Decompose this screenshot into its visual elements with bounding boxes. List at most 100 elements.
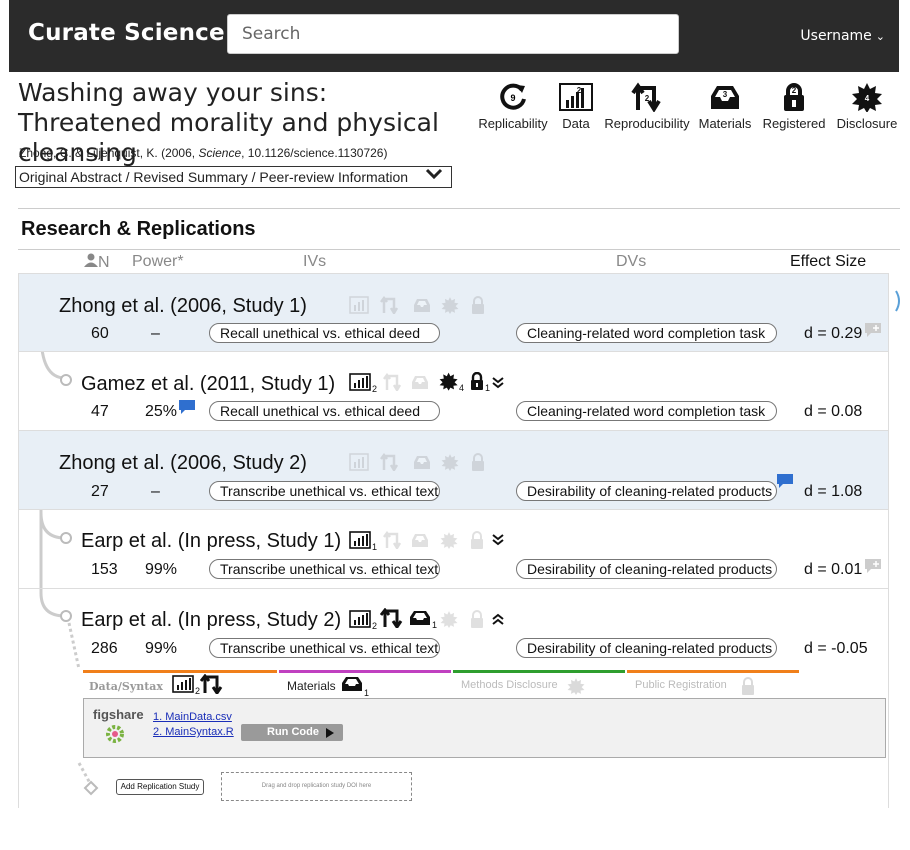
materials-icon[interactable]: 1 <box>409 609 439 634</box>
run-code-label: Run Code <box>267 726 319 738</box>
reproducibility-icon <box>379 452 401 476</box>
study-name[interactable]: Gamez et al. (2011, Study 1) <box>81 373 335 396</box>
reproducibility-icon <box>382 530 404 554</box>
comment-icon[interactable] <box>864 322 882 343</box>
tab-materials[interactable]: Materials 1 <box>279 670 451 698</box>
badge-materials[interactable]: 3 Materials <box>696 82 754 131</box>
sample-size: 27 <box>91 483 109 500</box>
study-name[interactable]: Earp et al. (In press, Study 1) <box>81 530 341 553</box>
data-syntax-panel: figshare 1. MainData.csv 2. MainSyntax.R… <box>83 698 886 758</box>
tab-label: Data/Syntax <box>89 680 163 693</box>
user-menu[interactable]: Username ⌄ <box>800 28 885 44</box>
study-row-replication[interactable]: Earp et al. (In press, Study 1) 1 153 99… <box>19 509 888 588</box>
power-value: – <box>151 483 160 500</box>
badge-count: 2 <box>645 94 650 103</box>
comment-icon[interactable] <box>178 399 196 420</box>
study-name[interactable]: Zhong et al. (2006, Study 1) <box>59 295 307 318</box>
scroll-handle[interactable] <box>893 290 903 312</box>
chevron-double-down-icon[interactable] <box>491 376 505 395</box>
tab-methods-disclosure[interactable]: Methods Disclosure <box>453 670 625 698</box>
column-header-power: Power* <box>132 253 184 270</box>
divider <box>18 249 900 250</box>
doi-dropzone[interactable]: Drag and drop replication study DOI here <box>221 772 412 801</box>
sample-size: 153 <box>91 561 118 578</box>
study-name[interactable]: Earp et al. (In press, Study 2) <box>81 609 341 632</box>
file-link[interactable]: 1. MainData.csv <box>153 711 232 723</box>
power-value: 99% <box>145 640 178 657</box>
iv-tag[interactable]: Recall unethical vs. ethical deed <box>209 323 440 343</box>
badge-count: 3 <box>723 90 728 99</box>
badge-count: 2 <box>577 86 582 95</box>
citation-journal: Science <box>198 146 242 160</box>
play-icon <box>326 728 334 738</box>
disclosure-icon[interactable]: 4 <box>439 372 465 397</box>
reproducibility-icon[interactable] <box>379 607 404 633</box>
badge-label: Data <box>562 116 590 131</box>
registered-icon <box>741 677 755 698</box>
comment-icon[interactable] <box>864 558 882 579</box>
tab-public-registration[interactable]: Public Registration <box>627 670 799 698</box>
chevron-down-icon <box>425 167 443 187</box>
data-icon[interactable]: 1 <box>349 531 379 556</box>
brand-logo[interactable]: Curate Science <box>28 20 225 46</box>
data-icon[interactable]: 2 <box>349 610 379 635</box>
data-icon[interactable]: 2 <box>349 373 379 398</box>
study-row-original[interactable]: Zhong et al. (2006, Study 1) 60 – Recall… <box>19 273 888 352</box>
column-header-dvs: DVs <box>616 253 647 270</box>
badge-label: Reproducibility <box>604 116 690 131</box>
data-icon <box>349 453 369 476</box>
dv-tag[interactable]: Cleaning-related word completion task <box>516 323 777 343</box>
reproducibility-icon <box>199 673 224 697</box>
column-header-effect-size: Effect Size <box>790 253 867 270</box>
data-icon: 2 <box>555 82 597 112</box>
effect-size: d = -0.05 <box>804 640 868 657</box>
abstract-toggle[interactable]: Original Abstract / Revised Summary / Pe… <box>15 166 452 188</box>
badge-disclosure[interactable]: 4 Disclosure <box>834 82 900 131</box>
badge-data[interactable]: 2 Data <box>555 82 597 131</box>
person-icon <box>84 253 98 267</box>
disclosure-icon <box>440 610 458 633</box>
article-citation: Zhong, C. & Liljenquist, K. (2006, Scien… <box>19 146 387 160</box>
chevron-double-down-icon[interactable] <box>491 533 505 552</box>
dv-tag[interactable]: Desirability of cleaning-related product… <box>516 559 777 579</box>
effect-size: d = 0.08 <box>804 403 863 420</box>
dv-tag[interactable]: Cleaning-related word completion task <box>516 401 777 421</box>
badge-reproducibility[interactable]: 2 Reproducibility <box>602 82 692 131</box>
replicability-icon: 9 <box>475 82 551 112</box>
badge-count: 2 <box>792 86 797 95</box>
disclosure-icon <box>441 296 459 319</box>
study-row-replication[interactable]: Gamez et al. (2011, Study 1) 2 4 1 47 25… <box>19 351 888 430</box>
iv-tag[interactable]: Transcribe unethical vs. ethical text <box>209 559 440 579</box>
comment-icon[interactable] <box>776 473 794 494</box>
dv-tag[interactable]: Desirability of cleaning-related product… <box>516 638 777 658</box>
registered-icon <box>471 453 485 476</box>
power-value: 99% <box>145 561 178 578</box>
chevron-double-up-icon[interactable] <box>491 612 505 631</box>
badge-replicability[interactable]: 9 Replicability <box>475 82 551 131</box>
badge-registered[interactable]: 2 Registered <box>761 82 827 131</box>
data-icon: 2 <box>172 675 202 698</box>
badge-label: Disclosure <box>836 116 898 131</box>
study-row-original[interactable]: Zhong et al. (2006, Study 2) 27 – Transc… <box>19 430 888 509</box>
username-label: Username <box>800 28 872 44</box>
dv-tag[interactable]: Desirability of cleaning-related product… <box>516 481 777 501</box>
file-link[interactable]: 2. MainSyntax.R <box>153 726 234 738</box>
study-name[interactable]: Zhong et al. (2006, Study 2) <box>59 452 307 475</box>
run-code-button[interactable]: Run Code <box>241 724 343 741</box>
materials-count: 1 <box>432 620 437 629</box>
chevron-down-icon: ⌄ <box>875 30 885 43</box>
citation-authors: Zhong, C. & Liljenquist, K. (2006, <box>19 146 199 160</box>
iv-tag[interactable]: Recall unethical vs. ethical deed <box>209 401 440 421</box>
materials-count: 1 <box>364 688 369 697</box>
materials-icon <box>412 297 432 318</box>
registered-icon[interactable]: 1 <box>469 371 493 397</box>
study-detail-tabs: Data/Syntax 2 Materials 1 Methods Disclo… <box>83 670 887 759</box>
add-replication-button[interactable]: Add Replication Study <box>116 779 204 795</box>
tab-data-syntax[interactable]: Data/Syntax 2 <box>83 670 277 698</box>
iv-tag[interactable]: Transcribe unethical vs. ethical text <box>209 638 440 658</box>
iv-tag[interactable]: Transcribe unethical vs. ethical text <box>209 481 440 501</box>
tab-label: Methods Disclosure <box>461 679 558 691</box>
badge-label: Materials <box>698 116 752 131</box>
search-input[interactable]: Search <box>227 14 679 54</box>
registered-icon <box>470 531 484 554</box>
